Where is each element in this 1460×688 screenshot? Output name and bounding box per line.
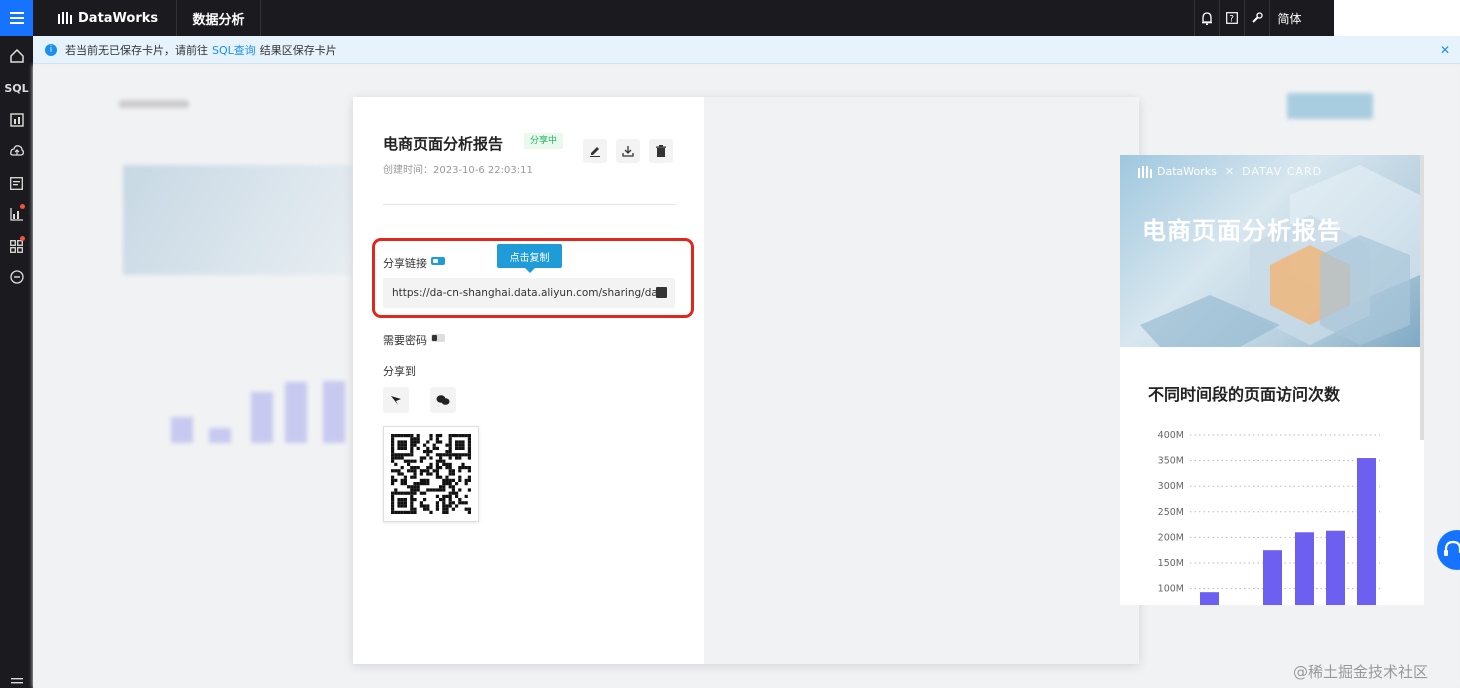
status-badge: 分享中 xyxy=(524,133,564,149)
password-label: 需要密码 xyxy=(383,334,427,347)
y-tick-label: 250M xyxy=(1158,507,1184,518)
dataworks-logo-icon xyxy=(58,12,72,24)
trash-icon xyxy=(656,145,666,157)
download-icon xyxy=(622,146,634,157)
close-icon[interactable]: ✕ xyxy=(1440,43,1450,57)
background-bar xyxy=(285,382,307,443)
chart-bar xyxy=(1357,458,1376,605)
preview-brand-name: DataWorks xyxy=(1157,165,1217,178)
headset-icon xyxy=(1444,540,1460,556)
highlight-box xyxy=(372,238,694,318)
sql-label: SQL xyxy=(4,81,29,95)
svg-text:?: ? xyxy=(1229,15,1234,25)
toolbar: ? 简体 xyxy=(1194,0,1309,36)
wechat-icon xyxy=(436,395,450,405)
download-button[interactable] xyxy=(616,139,640,163)
y-tick-label: 200M xyxy=(1158,532,1184,543)
help-icon[interactable]: ? xyxy=(1219,0,1244,36)
y-tick-label: 300M xyxy=(1158,481,1184,492)
report-title: 电商页面分析报告 xyxy=(383,135,504,153)
notice-text: 若当前无已保存卡片，请前往 xyxy=(65,43,208,57)
preview-banner-title: 电商页面分析报告 xyxy=(1142,217,1342,245)
info-icon: i xyxy=(45,43,57,56)
wrench-icon[interactable] xyxy=(1244,0,1269,36)
notification-dot xyxy=(20,236,25,241)
delete-button[interactable] xyxy=(649,139,673,163)
notice-text-end: 结果区保存卡片 xyxy=(259,43,337,57)
preview-scrollbar[interactable] xyxy=(1420,155,1424,440)
more-icon[interactable] xyxy=(0,263,33,291)
watermark: @稀土掘金技术社区 xyxy=(1293,663,1429,681)
bar-chart-icon[interactable] xyxy=(0,200,33,228)
collapse-icon[interactable] xyxy=(0,676,33,688)
divider xyxy=(383,204,676,205)
y-tick-label: 100M xyxy=(1158,584,1184,595)
qr-code xyxy=(383,426,479,522)
left-nav: SQL xyxy=(0,36,33,688)
share-dialog: 电商页面分析报告 分享中 创建时间：2023-10-6 22:03:11 点击复… xyxy=(353,97,1424,664)
chart-bar xyxy=(1295,532,1314,605)
share-to-label: 分享到 xyxy=(383,365,416,378)
brand-name: DataWorks xyxy=(78,10,159,26)
chart-icon[interactable] xyxy=(0,106,33,134)
edit-button[interactable] xyxy=(583,139,607,163)
bell-icon[interactable] xyxy=(1194,0,1219,36)
chart-bar xyxy=(1263,550,1282,605)
preview-banner: DataWorks ✕ DATAV CARD 电商页面分析报告 xyxy=(1120,155,1420,347)
dataworks-logo-icon xyxy=(1138,165,1152,178)
share-wechat-button[interactable] xyxy=(430,387,456,413)
preview-pane: DataWorks ✕ DATAV CARD 电商页面分析报告 不同时间段的页面… xyxy=(704,97,1424,664)
password-toggle[interactable] xyxy=(431,334,445,342)
y-tick-label: 400M xyxy=(1158,430,1184,441)
background-bar xyxy=(323,381,345,443)
list-icon[interactable] xyxy=(0,169,33,197)
partner-name: DATAV CARD xyxy=(1242,165,1323,178)
banner-art xyxy=(1140,165,1420,347)
menu-icon[interactable] xyxy=(0,0,33,36)
dingtalk-icon xyxy=(391,396,401,405)
preview-brand: DataWorks ✕ DATAV CARD xyxy=(1138,165,1322,178)
background-breadcrumb xyxy=(119,100,189,108)
sql-icon[interactable]: SQL xyxy=(0,74,33,102)
sql-query-link[interactable]: SQL查询 xyxy=(212,42,256,58)
bar-chart: 400M 350M 300M 250M 200M 150M 100M xyxy=(1158,430,1380,605)
y-tick-label: 150M xyxy=(1158,558,1184,569)
chart-bar xyxy=(1200,592,1219,605)
background-bar xyxy=(251,392,273,443)
background-bar xyxy=(209,428,231,443)
pencil-icon xyxy=(590,147,600,157)
chart-title: 不同时间段的页面访问次数 xyxy=(1148,385,1341,404)
background-bar xyxy=(171,417,193,443)
background-card xyxy=(123,165,353,275)
chart-bar xyxy=(1326,530,1345,605)
home-icon[interactable] xyxy=(0,42,33,70)
background-button xyxy=(1287,93,1373,119)
created-time: 创建时间：2023-10-6 22:03:11 xyxy=(383,165,533,176)
y-tick-label: 350M xyxy=(1158,456,1184,467)
module-title[interactable]: 数据分析 xyxy=(177,0,261,36)
user-area[interactable] xyxy=(1334,0,1460,36)
upload-icon[interactable] xyxy=(0,137,33,165)
cross-icon: ✕ xyxy=(1224,165,1235,178)
brand[interactable]: DataWorks xyxy=(42,0,177,36)
notice-banner: i 若当前无已保存卡片，请前往 SQL查询 结果区保存卡片 ✕ xyxy=(33,36,1460,64)
qr-code-image xyxy=(391,434,471,514)
language-switch[interactable]: 简体 xyxy=(1269,0,1309,36)
apps-icon[interactable] xyxy=(0,232,33,260)
share-dingtalk-button[interactable] xyxy=(383,387,409,413)
card-preview: DataWorks ✕ DATAV CARD 电商页面分析报告 不同时间段的页面… xyxy=(1120,155,1424,605)
top-bar: DataWorks 数据分析 ? 简体 xyxy=(0,0,1460,36)
notification-dot xyxy=(20,204,25,209)
